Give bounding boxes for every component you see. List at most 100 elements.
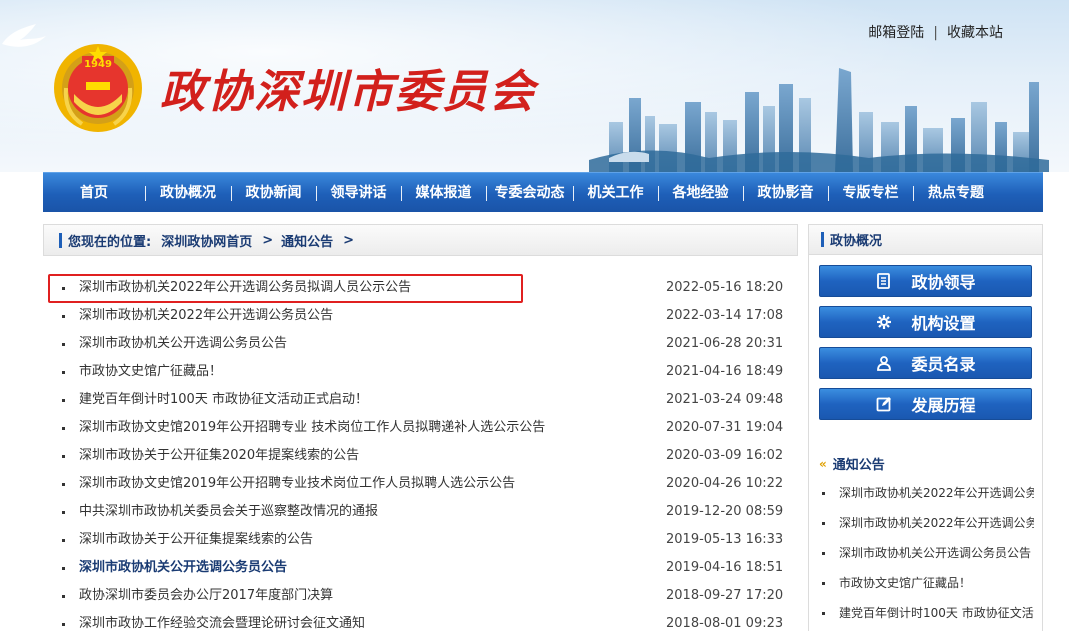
dove-icon <box>2 24 46 47</box>
news-item-date: 2019-04-16 18:51 <box>666 560 784 575</box>
person-icon <box>875 354 893 372</box>
news-item-title[interactable]: 深圳市政协工作经验交流会暨理论研讨会征文通知 <box>79 610 365 631</box>
notice-item-title[interactable]: 深圳市政协机关公开选调公务员公告 <box>839 542 1034 564</box>
news-item-date: 2021-06-28 20:31 <box>666 336 784 351</box>
news-item-date: 2019-12-20 08:59 <box>666 504 784 519</box>
notice-item-title[interactable]: 市政协文史馆广征藏品！ <box>839 572 1034 594</box>
site-title[interactable]: 政协深圳市委员会 <box>160 55 536 120</box>
bullet-icon <box>822 582 825 585</box>
news-item-title[interactable]: 深圳市政协文史馆2019年公开招聘专业技术岗位工作人员拟聘人选公示公告 <box>79 470 515 498</box>
nav-item-hot-topics[interactable]: 热点专题 <box>913 173 999 213</box>
news-item-date: 2021-03-24 09:48 <box>666 392 784 407</box>
news-item-title[interactable]: 深圳市政协关于公开征集提案线索的公告 <box>79 526 313 554</box>
mail-login-link[interactable]: 邮箱登陆 <box>868 25 924 41</box>
notice-item-title[interactable]: 深圳市政协机关2022年公开选调公务员拟调人员公示公告 <box>839 482 1034 504</box>
notice-list: 深圳市政协机关2022年公开选调公务员拟调人员公示公告深圳市政协机关2022年公… <box>819 482 1034 631</box>
gear-icon <box>875 313 893 331</box>
cppcc-emblem-icon: 1949 <box>54 44 142 132</box>
news-item-title[interactable]: 深圳市政协机关公开选调公务员公告 <box>79 330 287 358</box>
notice-item-title[interactable]: 建党百年倒计时100天 市政协征文活动正式启动！ <box>839 602 1034 624</box>
bullet-icon <box>62 595 65 598</box>
breadcrumb-arrow: > <box>262 232 274 248</box>
top-links-separator: | <box>933 25 938 41</box>
notice-title[interactable]: 通知公告 <box>833 454 885 473</box>
nav-item-home[interactable]: 首页 <box>43 173 145 213</box>
news-item-date: 2018-08-01 09:23 <box>666 616 784 631</box>
notice-item-title[interactable]: 深圳市政协机关2022年公开选调公务员公告 <box>839 512 1034 534</box>
members-button-label: 委员名录 <box>911 355 976 374</box>
news-item: 政协深圳市委员会办公厅2017年度部门决算 2018-09-27 17:20 <box>43 582 798 610</box>
news-item: 深圳市政协文史馆2019年公开招聘专业 技术岗位工作人员拟聘递补人选公示公告 20… <box>43 414 798 442</box>
sidebar-header: 政协概况 <box>809 225 1042 255</box>
organization-button[interactable]: 机构设置 <box>819 306 1032 338</box>
news-item-title[interactable]: 深圳市政协机关2022年公开选调公务员拟调人员公示公告 <box>79 274 411 302</box>
city-skyline-image <box>589 68 1049 172</box>
notice-item: 深圳市政协机关2022年公开选调公务员公告 <box>819 512 1034 542</box>
breadcrumb-prefix: 您现在的位置: <box>68 234 152 250</box>
news-item-title[interactable]: 中共深圳市政协机关委员会关于巡察整改情况的通报 <box>79 498 378 526</box>
notice-item: 建党百年倒计时100天 市政协征文活动正式启动！ <box>819 602 1034 631</box>
bullet-icon <box>62 399 65 402</box>
bullet-icon <box>62 511 65 514</box>
sidebar: 政协概况 政协领导 机构设置 委员名录 发展历程 « 通知公告 深圳市政协机关2… <box>808 224 1043 631</box>
news-item-date: 2018-09-27 17:20 <box>666 588 784 603</box>
news-item-title[interactable]: 政协深圳市委员会办公厅2017年度部门决算 <box>79 582 333 610</box>
bullet-icon <box>822 522 825 525</box>
leaders-button-label: 政协领导 <box>911 273 976 292</box>
bullet-icon <box>822 492 825 495</box>
news-item-date: 2020-07-31 19:04 <box>666 420 784 435</box>
news-item-title[interactable]: 市政协文史馆广征藏品！ <box>79 358 222 386</box>
news-item-title[interactable]: 建党百年倒计时100天 市政协征文活动正式启动！ <box>79 386 368 414</box>
nav-item-local-experience[interactable]: 各地经验 <box>658 173 743 213</box>
edit-icon <box>875 395 893 413</box>
sidebar-title: 政协概况 <box>830 234 883 249</box>
main-nav: 首页 政协概况 政协新闻 领导讲话 媒体报道 专委会动态 机关工作 各地经验 政… <box>43 172 1043 212</box>
bullet-icon <box>62 455 65 458</box>
nav-item-committees[interactable]: 专委会动态 <box>486 173 573 213</box>
news-item: 深圳市政协工作经验交流会暨理论研讨会征文通知 2018-08-01 09:23 <box>43 610 798 631</box>
news-item-date: 2020-03-09 16:02 <box>666 448 784 463</box>
news-item-title[interactable]: 深圳市政协机关公开选调公务员公告 <box>79 554 287 582</box>
nav-item-media-gallery[interactable]: 政协影音 <box>743 173 828 213</box>
news-item-title[interactable]: 深圳市政协机关2022年公开选调公务员公告 <box>79 302 333 330</box>
bullet-icon <box>62 539 65 542</box>
breadcrumb-home-link[interactable]: 深圳政协网首页 <box>161 231 252 250</box>
notice-item: 深圳市政协机关公开选调公务员公告 <box>819 542 1034 572</box>
nav-item-columns[interactable]: 专版专栏 <box>828 173 913 213</box>
bullet-icon <box>822 552 825 555</box>
notice-item: 市政协文史馆广征藏品！ <box>819 572 1034 602</box>
bullet-icon <box>62 567 65 570</box>
news-item: 深圳市政协机关2022年公开选调公务员公告 2022-03-14 17:08 <box>43 302 798 330</box>
bullet-icon <box>62 315 65 318</box>
nav-item-speeches[interactable]: 领导讲话 <box>316 173 401 213</box>
news-item-date: 2021-04-16 18:49 <box>666 364 784 379</box>
top-links: 邮箱登陆 | 收藏本站 <box>868 22 1003 42</box>
bookmark-link[interactable]: 收藏本站 <box>947 25 1003 41</box>
news-item-date: 2019-05-13 16:33 <box>666 532 784 547</box>
breadcrumb-trailing-arrow: > <box>343 232 355 248</box>
organization-button-label: 机构设置 <box>911 314 976 333</box>
members-button[interactable]: 委员名录 <box>819 347 1032 379</box>
nav-item-overview[interactable]: 政协概况 <box>145 173 231 213</box>
news-item: 深圳市政协机关公开选调公务员公告 2021-06-28 20:31 <box>43 330 798 358</box>
history-button[interactable]: 发展历程 <box>819 388 1032 420</box>
nav-item-media[interactable]: 媒体报道 <box>401 173 486 213</box>
notice-header: « 通知公告 <box>819 454 885 474</box>
breadcrumb: 您现在的位置: 深圳政协网首页 > 通知公告 > <box>43 224 798 256</box>
nav-item-office-work[interactable]: 机关工作 <box>573 173 658 213</box>
news-item: 中共深圳市政协机关委员会关于巡察整改情况的通报 2019-12-20 08:59 <box>43 498 798 526</box>
breadcrumb-current-link[interactable]: 通知公告 <box>281 231 333 250</box>
breadcrumb-marker <box>59 232 62 248</box>
news-item: 深圳市政协关于公开征集2020年提案线索的公告 2020-03-09 16:02 <box>43 442 798 470</box>
news-item: 深圳市政协文史馆2019年公开招聘专业技术岗位工作人员拟聘人选公示公告 2020-… <box>43 470 798 498</box>
news-item-title[interactable]: 深圳市政协文史馆2019年公开招聘专业 技术岗位工作人员拟聘递补人选公示公告 <box>79 414 545 442</box>
bullet-icon <box>62 343 65 346</box>
bullet-icon <box>822 612 825 615</box>
sidebar-header-marker <box>821 232 824 247</box>
leaders-button[interactable]: 政协领导 <box>819 265 1032 297</box>
nav-item-news[interactable]: 政协新闻 <box>231 173 316 213</box>
news-item-title[interactable]: 深圳市政协关于公开征集2020年提案线索的公告 <box>79 442 359 470</box>
bullet-icon <box>62 623 65 626</box>
news-list: 深圳市政协机关2022年公开选调公务员拟调人员公示公告 2022-05-16 18… <box>43 274 798 631</box>
site-header: 1949 政协深圳市委员会 邮箱登陆 | 收藏本站 <box>0 0 1069 172</box>
